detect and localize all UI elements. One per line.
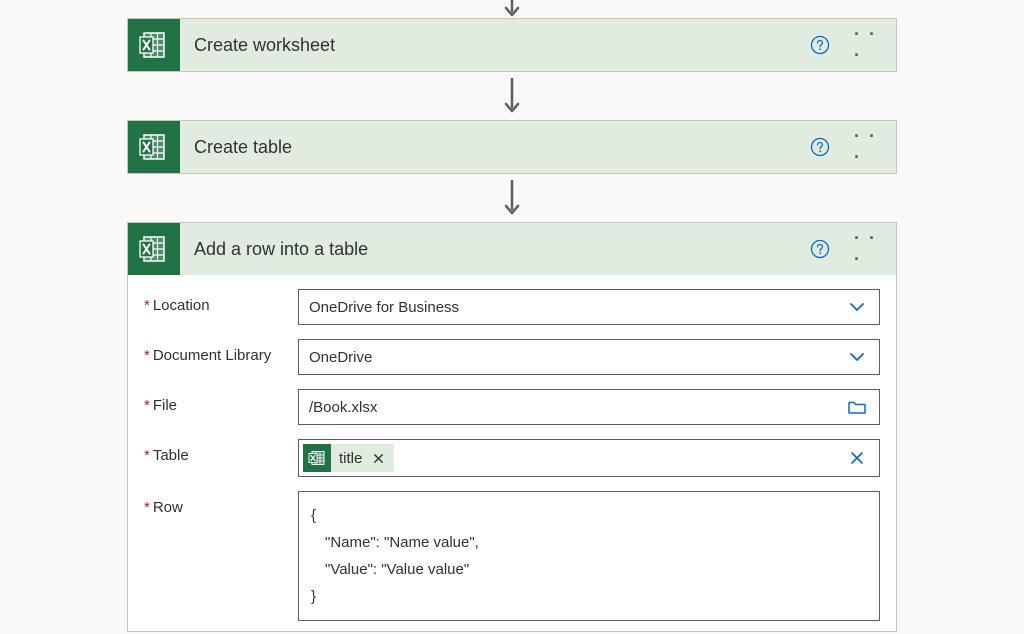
- step-title: Add a row into a table: [194, 239, 792, 260]
- folder-icon[interactable]: [845, 395, 869, 419]
- step-header[interactable]: Add a row into a table · · ·: [128, 223, 896, 275]
- step-title: Create table: [194, 137, 792, 158]
- location-select[interactable]: OneDrive for Business: [298, 289, 880, 325]
- chevron-down-icon[interactable]: [845, 345, 869, 369]
- table-input[interactable]: title: [298, 439, 880, 477]
- step-add-row: Add a row into a table · · · *Location O…: [127, 222, 897, 632]
- dynamic-token-title[interactable]: title: [303, 444, 394, 472]
- clear-icon[interactable]: [845, 446, 869, 470]
- step-create-table[interactable]: Create table · · ·: [127, 120, 897, 174]
- flow-arrow-icon: [497, 174, 527, 222]
- document-library-select[interactable]: OneDrive: [298, 339, 880, 375]
- file-input[interactable]: /Book.xlsx: [298, 389, 880, 425]
- close-icon[interactable]: [370, 450, 386, 466]
- row-label: *Row: [144, 491, 292, 516]
- step-create-worksheet[interactable]: Create worksheet · · ·: [127, 18, 897, 72]
- help-icon[interactable]: [806, 235, 834, 263]
- more-icon[interactable]: · · ·: [854, 235, 882, 263]
- excel-icon: [128, 19, 180, 71]
- flow-arrow-icon: [502, 0, 522, 18]
- document-library-label: *Document Library: [144, 339, 292, 364]
- excel-icon: [303, 444, 331, 472]
- file-label: *File: [144, 389, 292, 414]
- excel-icon: [128, 223, 180, 275]
- help-icon[interactable]: [806, 31, 834, 59]
- location-label: *Location: [144, 289, 292, 314]
- more-icon[interactable]: · · ·: [854, 31, 882, 59]
- chevron-down-icon[interactable]: [845, 295, 869, 319]
- step-title: Create worksheet: [194, 35, 792, 56]
- table-label: *Table: [144, 439, 292, 464]
- more-icon[interactable]: · · ·: [854, 133, 882, 161]
- row-input[interactable]: { "Name": "Name value", "Value": "Value …: [298, 491, 880, 621]
- help-icon[interactable]: [806, 133, 834, 161]
- excel-icon: [128, 121, 180, 173]
- flow-arrow-icon: [497, 72, 527, 120]
